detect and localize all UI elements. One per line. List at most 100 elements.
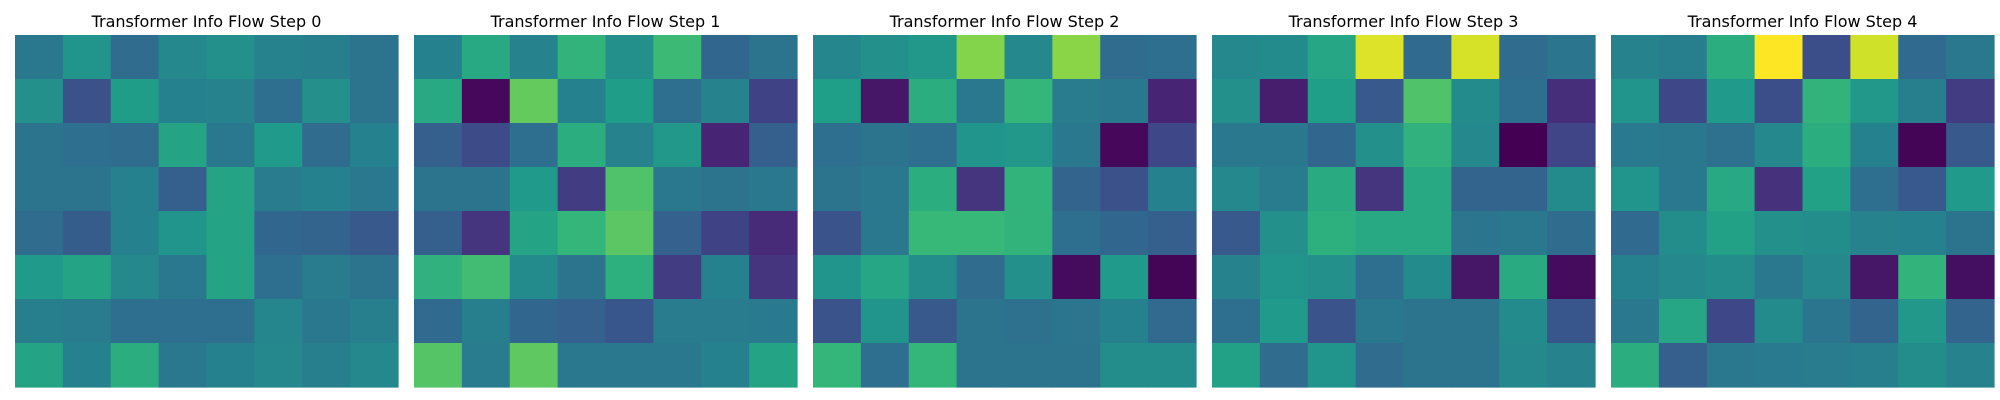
- heatmap-cell: [1850, 35, 1899, 80]
- heatmap-cell: [908, 123, 958, 168]
- heatmap-cell: [1658, 343, 1708, 388]
- heatmap-cell: [206, 255, 255, 300]
- heatmap-cell: [1802, 79, 1851, 124]
- heatmap-cell: [509, 255, 559, 300]
- heatmap-cell: [1004, 343, 1053, 388]
- heatmap-cell: [557, 167, 607, 212]
- heatmap-cell: [908, 167, 958, 212]
- heatmap-cell: [860, 255, 910, 300]
- heatmap-cell: [860, 211, 910, 256]
- heatmap-cell: [1499, 343, 1548, 388]
- heatmap-cell: [158, 255, 208, 300]
- heatmap-cell: [1259, 79, 1309, 124]
- heatmap-cell: [605, 123, 654, 168]
- heatmap-cell: [749, 79, 798, 124]
- heatmap-cell: [1547, 79, 1596, 124]
- heatmap-cell: [1259, 255, 1309, 300]
- heatmap-cell: [1611, 211, 1660, 256]
- heatmap-cell: [860, 299, 910, 344]
- heatmap-cell: [302, 255, 351, 300]
- heatmap-cell: [653, 167, 702, 212]
- heatmap-cell: [1754, 299, 1804, 344]
- panel-title: Transformer Info Flow Step 2: [889, 12, 1120, 31]
- heatmap-cell: [206, 299, 255, 344]
- heatmap-cell: [1499, 167, 1548, 212]
- heatmap-cell: [1403, 255, 1452, 300]
- heatmap-cell: [254, 255, 303, 300]
- heatmap-cell: [1611, 343, 1660, 388]
- heatmap-cell: [1259, 299, 1309, 344]
- heatmap-cell: [1706, 35, 1756, 80]
- heatmap-cell: [1547, 123, 1596, 168]
- heatmap-cell: [1898, 211, 1947, 256]
- heatmap-cell: [1706, 299, 1756, 344]
- heatmap-cell: [1100, 35, 1149, 80]
- heatmap-cell: [1706, 255, 1756, 300]
- heatmap-cell: [254, 299, 303, 344]
- heatmap-cell: [1547, 167, 1596, 212]
- heatmap-cell: [158, 343, 208, 388]
- heatmap-panel-2: Transformer Info Flow Step 2: [813, 12, 1197, 388]
- heatmap-cell: [1850, 79, 1899, 124]
- heatmap-cell: [1850, 255, 1899, 300]
- heatmap-cell: [110, 35, 160, 80]
- heatmap-cell: [110, 299, 160, 344]
- heatmap-cell: [350, 255, 399, 300]
- heatmap-cell: [1898, 35, 1947, 80]
- heatmap-cell: [1898, 343, 1947, 388]
- heatmap-cell: [557, 255, 607, 300]
- heatmap-cell: [1355, 123, 1405, 168]
- heatmap-cell: [701, 35, 750, 80]
- heatmap-cell: [1658, 299, 1708, 344]
- heatmap-panel-4: Transformer Info Flow Step 4: [1611, 12, 1995, 388]
- heatmap-cell: [1547, 35, 1596, 80]
- heatmap-cell: [206, 343, 255, 388]
- heatmap-cell: [908, 255, 958, 300]
- heatmap-cell: [1898, 79, 1947, 124]
- panel-title: Transformer Info Flow Step 1: [490, 12, 721, 31]
- heatmap-cell: [15, 343, 64, 388]
- heatmap-cell: [1547, 343, 1596, 388]
- heatmap-cell: [110, 255, 160, 300]
- heatmap-cell: [1052, 211, 1101, 256]
- heatmap-cell: [1451, 211, 1500, 256]
- heatmap-cell: [414, 35, 463, 80]
- heatmap-cell: [1100, 167, 1149, 212]
- heatmap-cell: [605, 211, 654, 256]
- heatmap-cell: [1754, 211, 1804, 256]
- heatmap-cell: [605, 343, 654, 388]
- heatmap-cell: [1611, 35, 1660, 80]
- heatmap-cell: [1499, 35, 1548, 80]
- heatmap-cell: [956, 255, 1006, 300]
- heatmap-cell: [813, 299, 862, 344]
- heatmap-cell: [956, 35, 1006, 80]
- heatmap-cell: [1658, 123, 1708, 168]
- heatmap-cell: [1148, 123, 1197, 168]
- heatmap-cell: [110, 167, 160, 212]
- heatmap-cell: [15, 167, 64, 212]
- heatmap-cell: [1499, 123, 1548, 168]
- heatmap-cell: [1754, 123, 1804, 168]
- heatmap-cell: [206, 167, 255, 212]
- heatmap-cell: [1100, 79, 1149, 124]
- heatmap-cell: [1355, 79, 1405, 124]
- heatmap-cell: [350, 211, 399, 256]
- heatmap-cell: [1307, 255, 1357, 300]
- heatmap-cell: [1100, 255, 1149, 300]
- heatmap-cell: [1212, 211, 1261, 256]
- heatmap-cell: [509, 167, 559, 212]
- heatmap-cell: [254, 35, 303, 80]
- heatmap-cell: [254, 211, 303, 256]
- heatmap-cell: [1706, 343, 1756, 388]
- heatmap-cell: [653, 35, 702, 80]
- heatmap-cell: [509, 299, 559, 344]
- heatmap-cell: [302, 299, 351, 344]
- panel-title: Transformer Info Flow Step 3: [1288, 12, 1519, 31]
- heatmap-cell: [254, 123, 303, 168]
- heatmap-cell: [461, 123, 511, 168]
- heatmap-cell: [414, 299, 463, 344]
- heatmap-cell: [1706, 79, 1756, 124]
- heatmap-cell: [1802, 35, 1851, 80]
- heatmap-cell: [302, 123, 351, 168]
- heatmap-cell: [1611, 299, 1660, 344]
